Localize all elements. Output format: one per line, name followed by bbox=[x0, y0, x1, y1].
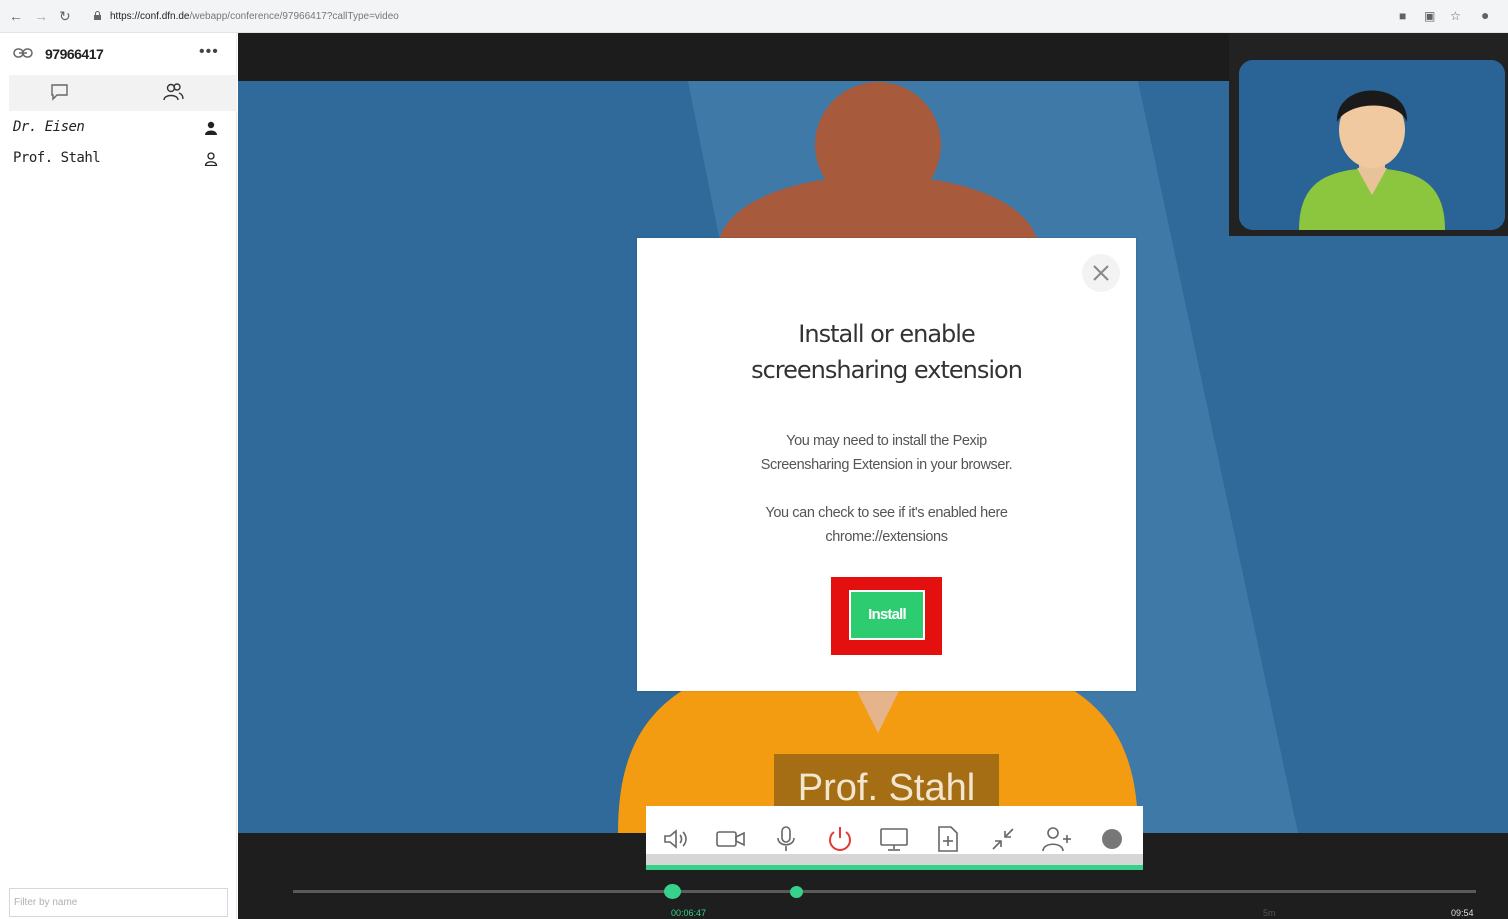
participant-row[interactable]: Dr. Eisen bbox=[9, 113, 237, 144]
more-options-icon[interactable]: ••• bbox=[199, 43, 219, 61]
sidebar: 97966417 ••• Dr. Eisen Prof. Stahl Filte… bbox=[9, 33, 237, 919]
address-bar[interactable]: https://conf.dfn.de/webapp/conference/97… bbox=[110, 11, 399, 22]
dialog-message: You may need to install the Pexip Screen… bbox=[637, 429, 1136, 477]
dialog-hint: You can check to see if it's enabled her… bbox=[637, 501, 1136, 549]
conference-id: 97966417 bbox=[45, 46, 104, 62]
share-file-icon[interactable] bbox=[932, 824, 964, 854]
timeline-playhead[interactable] bbox=[664, 884, 681, 899]
timeline-marker[interactable] bbox=[790, 886, 803, 898]
screenshare-icon[interactable] bbox=[878, 824, 910, 854]
dialog-message-line: Screensharing Extension in your browser. bbox=[760, 457, 1013, 473]
url-host: https://conf.dfn.de bbox=[110, 11, 190, 22]
record-icon[interactable] bbox=[1096, 824, 1128, 854]
reload-icon[interactable]: ↻ bbox=[59, 8, 71, 25]
install-button[interactable]: Install bbox=[849, 590, 925, 640]
call-toolbar bbox=[646, 806, 1143, 870]
self-view[interactable] bbox=[1229, 33, 1508, 236]
link-icon[interactable] bbox=[13, 47, 33, 59]
filter-by-name-input[interactable] bbox=[9, 888, 228, 917]
participant-row[interactable]: Prof. Stahl bbox=[9, 144, 237, 175]
chat-tab-icon[interactable] bbox=[50, 83, 70, 101]
dialog-title-line: Install or enable bbox=[798, 320, 975, 348]
highlight-frame: Install bbox=[831, 577, 942, 655]
end-time: 09:54 bbox=[1451, 908, 1474, 918]
minimize-icon[interactable] bbox=[987, 824, 1019, 854]
filter-input[interactable] bbox=[10, 889, 227, 916]
self-view-video bbox=[1239, 60, 1505, 230]
add-participant-icon[interactable] bbox=[1041, 824, 1073, 854]
current-time: 00:06:47 bbox=[671, 908, 707, 918]
timeline-track[interactable] bbox=[293, 890, 1476, 893]
back-arrow-icon[interactable]: ← bbox=[9, 8, 23, 24]
dialog-hint-line: You can check to see if it's enabled her… bbox=[765, 505, 1008, 521]
screenshare-extension-dialog: Install or enable screensharing extensio… bbox=[637, 238, 1136, 691]
url-path: /webapp/conference/97966417?callType=vid… bbox=[189, 11, 399, 22]
forward-arrow-icon[interactable]: → bbox=[34, 8, 48, 24]
bookmark-star-icon[interactable]: ☆ bbox=[1450, 9, 1461, 23]
microphone-icon[interactable] bbox=[770, 824, 802, 854]
speaker-icon[interactable] bbox=[661, 824, 693, 854]
participants-tab-icon[interactable] bbox=[163, 83, 185, 101]
dialog-title: Install or enable screensharing extensio… bbox=[637, 316, 1136, 388]
dialog-title-line: screensharing extension bbox=[751, 356, 1023, 384]
profile-icon[interactable]: ● bbox=[1481, 7, 1489, 23]
user-filled-icon bbox=[205, 121, 217, 135]
close-button[interactable] bbox=[1082, 254, 1120, 292]
sidebar-header: 97966417 ••• bbox=[9, 33, 237, 75]
self-avatar-illustration bbox=[1239, 60, 1505, 230]
user-outline-icon bbox=[204, 152, 218, 166]
dialog-message-line: You may need to install the Pexip bbox=[786, 433, 987, 449]
speaker-name-tag: Prof. Stahl bbox=[774, 754, 999, 806]
camera-icon[interactable] bbox=[715, 824, 747, 854]
extensions-link[interactable]: chrome://extensions bbox=[637, 525, 1136, 549]
toolbar-accent-bar bbox=[646, 865, 1143, 870]
lock-icon bbox=[94, 11, 101, 20]
participant-name: Prof. Stahl bbox=[13, 150, 101, 166]
timeline-mid-label: 5m bbox=[1263, 908, 1276, 918]
participant-name: Dr. Eisen bbox=[13, 119, 85, 135]
toolbar-divider bbox=[646, 854, 1143, 865]
close-icon bbox=[1093, 265, 1109, 281]
power-icon[interactable] bbox=[824, 824, 856, 854]
translate-icon[interactable]: ▣ bbox=[1424, 9, 1435, 23]
participant-list: Dr. Eisen Prof. Stahl bbox=[9, 113, 237, 175]
camera-indicator-icon[interactable]: ■ bbox=[1399, 9, 1406, 23]
browser-toolbar: ← → ↻ https://conf.dfn.de/webapp/confere… bbox=[0, 0, 1508, 33]
sidebar-tabs bbox=[9, 75, 237, 111]
